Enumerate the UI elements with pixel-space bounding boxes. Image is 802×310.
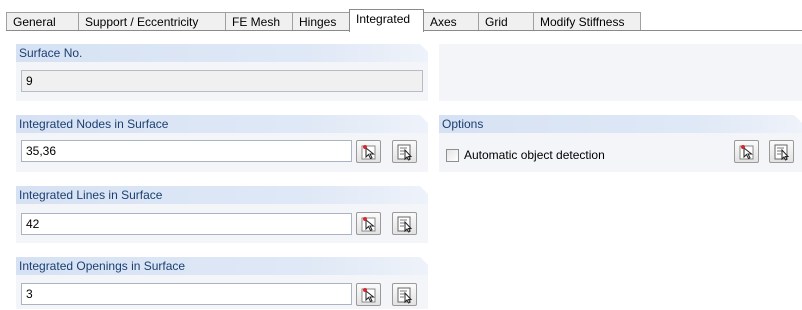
pick-list-icon xyxy=(397,216,413,233)
integrated-nodes-group: Integrated Nodes in Surface 35,36 xyxy=(16,115,428,172)
surface-no-group: Surface No. 9 xyxy=(16,44,428,101)
pick-auto-detect-list-button[interactable] xyxy=(769,140,794,163)
integrated-lines-title: Integrated Lines in Surface xyxy=(16,186,428,204)
options-group: Options Automatic object detection xyxy=(439,115,802,172)
automatic-object-detection-checkbox[interactable] xyxy=(446,149,459,162)
pick-lines-list-button[interactable] xyxy=(392,212,417,235)
pick-list-icon xyxy=(774,144,790,161)
tab-fe-mesh[interactable]: FE Mesh xyxy=(225,12,293,31)
pick-single-icon xyxy=(361,145,376,160)
options-title: Options xyxy=(439,115,802,133)
tab-axes[interactable]: Axes xyxy=(423,12,479,31)
tab-general[interactable]: General xyxy=(6,12,79,31)
tab-strip: General Support / Eccentricity FE Mesh H… xyxy=(6,9,796,32)
surface-no-field: 9 xyxy=(21,70,423,92)
integrated-nodes-title: Integrated Nodes in Surface xyxy=(16,115,428,133)
integrated-lines-input[interactable]: 42 xyxy=(21,213,352,235)
surface-no-title: Surface No. xyxy=(16,44,428,62)
pick-openings-button[interactable] xyxy=(356,283,381,306)
pick-openings-list-button[interactable] xyxy=(392,283,417,306)
tab-modify-stiffness[interactable]: Modify Stiffness xyxy=(533,12,641,31)
integrated-nodes-input[interactable]: 35,36 xyxy=(21,140,352,162)
integrated-openings-group: Integrated Openings in Surface 3 xyxy=(16,257,428,309)
surface-info-panel xyxy=(439,44,802,101)
automatic-object-detection-label: Automatic object detection xyxy=(464,148,605,162)
pick-single-icon xyxy=(361,288,376,303)
pick-nodes-button[interactable] xyxy=(356,140,381,163)
integrated-openings-title: Integrated Openings in Surface xyxy=(16,257,428,275)
tab-grid[interactable]: Grid xyxy=(478,12,534,31)
tab-hinges[interactable]: Hinges xyxy=(292,12,350,31)
tab-integrated[interactable]: Integrated xyxy=(349,9,424,32)
pick-nodes-list-button[interactable] xyxy=(392,140,417,163)
integrated-openings-input[interactable]: 3 xyxy=(21,283,352,305)
tab-support-eccentricity[interactable]: Support / Eccentricity xyxy=(78,12,226,31)
pick-single-icon xyxy=(739,145,754,160)
pick-list-icon xyxy=(397,144,413,161)
pick-lines-button[interactable] xyxy=(356,212,381,235)
pick-single-icon xyxy=(361,217,376,232)
pick-auto-detect-button[interactable] xyxy=(734,140,759,163)
pick-list-icon xyxy=(397,287,413,304)
integrated-lines-group: Integrated Lines in Surface 42 xyxy=(16,186,428,243)
